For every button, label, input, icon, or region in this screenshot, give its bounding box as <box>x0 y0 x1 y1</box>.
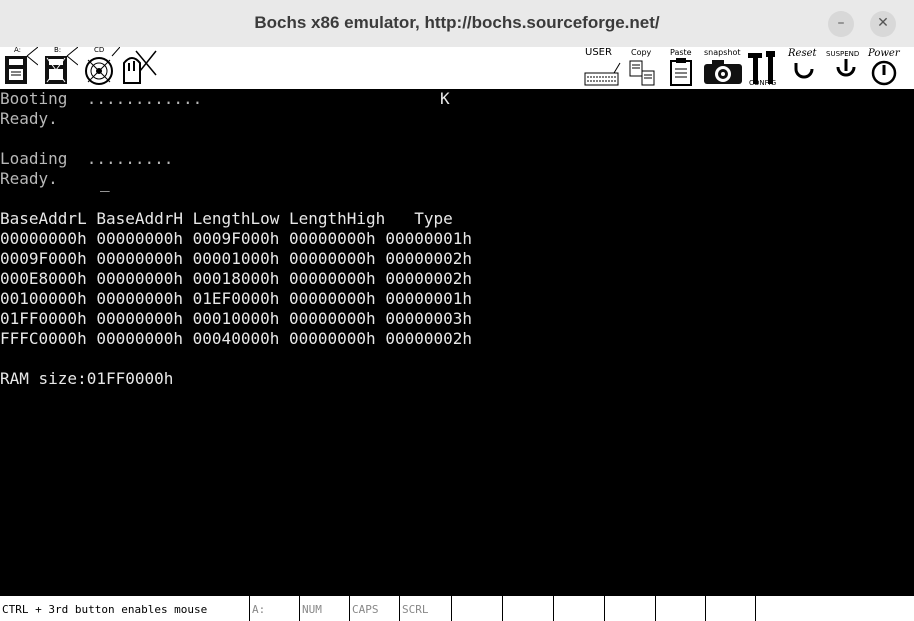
status-slot <box>756 596 914 621</box>
cdrom-button[interactable]: CD <box>82 46 120 89</box>
loading-line: Loading ......... <box>0 149 174 168</box>
booting-line: Booting ............ <box>0 89 203 108</box>
memory-table-row: 01FF0000h 00000000h 00010000h 00000000h … <box>0 309 473 328</box>
floppy-a-button[interactable]: A: <box>2 46 38 89</box>
config-button[interactable]: CONFIG <box>746 47 784 89</box>
status-slot <box>605 596 656 621</box>
suspend-label: SUSPEND <box>826 50 860 58</box>
status-slot <box>503 596 554 621</box>
bochs-toolbar: A: B: CD USER Copy Paste snapshot CONFIG… <box>0 46 914 89</box>
bochs-window: Bochs x86 emulator, http://bochs.sourcef… <box>0 0 914 621</box>
status-scrl: SCRL <box>400 596 452 621</box>
k-char: K <box>440 89 450 108</box>
status-num: NUM <box>300 596 350 621</box>
power-button[interactable]: Power <box>866 47 914 89</box>
close-button[interactable]: ✕ <box>870 11 896 37</box>
status-slot <box>656 596 706 621</box>
copy-button[interactable]: Copy <box>628 47 662 89</box>
emulator-screen[interactable]: Booting ............ K Ready. Loading ..… <box>0 89 914 596</box>
window-title: Bochs x86 emulator, http://bochs.sourcef… <box>254 13 660 32</box>
paste-label: Paste <box>670 48 692 57</box>
status-slot <box>452 596 503 621</box>
ram-size-line: RAM size:01FF0000h <box>0 369 174 388</box>
reset-label: Reset <box>788 48 817 59</box>
snapshot-button[interactable]: snapshot <box>702 47 746 89</box>
status-bar: CTRL + 3rd button enables mouse A: NUM C… <box>0 596 914 621</box>
memory-table-row: 000E8000h 00000000h 00018000h 00000000h … <box>0 269 473 288</box>
paste-button[interactable]: Paste <box>668 47 698 89</box>
memory-table-row: 0009F000h 00000000h 00001000h 00000000h … <box>0 249 473 268</box>
memory-table-row: 00000000h 00000000h 0009F000h 00000000h … <box>0 229 473 248</box>
status-drive: A: <box>250 596 300 621</box>
snapshot-label: snapshot <box>704 48 741 57</box>
copy-label: Copy <box>631 48 652 57</box>
ready-line-1: Ready. <box>0 109 58 128</box>
floppy-b-button[interactable]: B: <box>42 46 78 89</box>
mouse-capture-button[interactable] <box>120 47 160 89</box>
minimize-button[interactable]: – <box>828 11 854 37</box>
title-bar[interactable]: Bochs x86 emulator, http://bochs.sourcef… <box>0 0 914 48</box>
text-cursor: _ <box>100 173 110 192</box>
status-slot <box>554 596 605 621</box>
mouse-icon <box>123 50 157 84</box>
reset-button[interactable]: Reset <box>786 47 826 89</box>
memory-table-row: FFFC0000h 00000000h 00040000h 00000000h … <box>0 329 473 348</box>
suspend-button[interactable]: SUSPEND <box>826 47 866 89</box>
status-slot <box>706 596 756 621</box>
memory-table-row: 00100000h 00000000h 01EF0000h 00000000h … <box>0 289 473 308</box>
floppy-a-label: A: <box>14 46 22 54</box>
user-button[interactable]: USER <box>584 47 624 89</box>
ready-line-2: Ready. <box>0 169 58 188</box>
memory-table-header: BaseAddrL BaseAddrH LengthLow LengthHigh… <box>0 209 453 228</box>
cdrom-label: CD <box>94 46 105 54</box>
power-label: Power <box>868 48 900 59</box>
config-label: CONFIG <box>749 79 777 87</box>
floppy-b-label: B: <box>54 46 62 54</box>
user-label: USER <box>585 47 612 58</box>
status-hint: CTRL + 3rd button enables mouse <box>0 596 250 621</box>
status-caps: CAPS <box>350 596 400 621</box>
